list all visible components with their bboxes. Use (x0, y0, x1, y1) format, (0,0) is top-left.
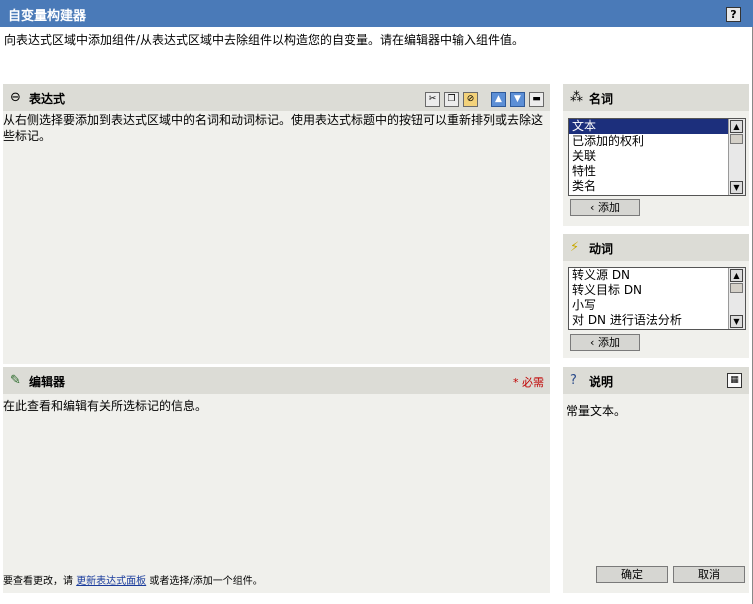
collapse-icon[interactable]: ▬ (529, 92, 544, 107)
window-title: 自变量构建器 (8, 9, 87, 24)
clear-icon[interactable]: ⊘ (463, 92, 478, 107)
list-item[interactable]: 小写 (569, 298, 745, 313)
list-item[interactable]: 文本 (569, 119, 745, 134)
list-item[interactable]: 关联 (569, 149, 745, 164)
list-item[interactable]: 转义源 DN (569, 268, 745, 283)
verbs-panel: ⚡ 动词 转义源 DN 转义目标 DN 小写 对 DN 进行语法分析 … ▲ ▼… (563, 234, 749, 358)
list-item[interactable]: 转义目标 DN (569, 283, 745, 298)
scroll-up-icon[interactable]: ▲ (730, 120, 743, 133)
intro-text: 向表达式区域中添加组件/从表达式区域中去除组件以构造您的自变量。请在编辑器中输入… (4, 33, 525, 47)
copy-icon[interactable]: ❐ (444, 92, 459, 107)
scroll-up-icon[interactable]: ▲ (730, 269, 743, 282)
editor-footer: 要查看更改，请 更新表达式面板 或者选择/添加一个组件。 (3, 572, 263, 587)
list-item[interactable]: … (569, 328, 745, 329)
add-noun-button[interactable]: ‹ 添加 (570, 199, 640, 216)
editor-panel: ✎ 编辑器 * 必需 在此查看和编辑有关所选标记的信息。 要查看更改，请 更新表… (3, 367, 550, 593)
scroll-down-icon[interactable]: ▼ (730, 181, 743, 194)
footer-suffix: 或者选择/添加一个组件。 (149, 576, 263, 587)
list-item[interactable]: … (569, 194, 745, 195)
list-item[interactable]: 已添加的权利 (569, 134, 745, 149)
expression-description: 从右侧选择要添加到表达式区域中的名词和动词标记。使用表达式标题中的按钮可以重新排… (3, 113, 544, 143)
ok-button[interactable]: 确定 (596, 566, 668, 583)
window-title-bar: 自变量构建器 ? (0, 0, 753, 27)
add-verb-button[interactable]: ‹ 添加 (570, 334, 640, 351)
description-header: ? 说明 ▦ (563, 367, 749, 394)
scroll-down-icon[interactable]: ▼ (730, 315, 743, 328)
nouns-list[interactable]: 文本 已添加的权利 关联 特性 类名 … ▲ ▼ (568, 118, 746, 196)
list-item[interactable]: 对 DN 进行语法分析 (569, 313, 745, 328)
scroll-thumb[interactable] (730, 134, 743, 144)
expression-title: 表达式 (29, 92, 66, 106)
nouns-icon: ⁂ (570, 90, 583, 105)
list-item[interactable]: 类名 (569, 179, 745, 194)
description-title: 说明 (589, 375, 614, 389)
description-text: 常量文本。 (566, 404, 627, 418)
editor-header: ✎ 编辑器 * 必需 (3, 367, 550, 394)
scroll-thumb[interactable] (730, 283, 743, 293)
expression-panel: ⊖ 表达式 ✂ ❐ ⊘ ▲ ▼ ▬ 从右侧选择要添加到表达式区域中的名词和动词标… (3, 84, 550, 364)
verbs-title: 动词 (589, 242, 614, 256)
expression-icon: ⊖ (10, 90, 21, 105)
pencil-icon: ✎ (10, 373, 21, 388)
editor-info: 在此查看和编辑有关所选标记的信息。 (3, 399, 208, 413)
nouns-title: 名词 (589, 92, 614, 106)
required-label: * 必需 (513, 376, 544, 389)
list-item[interactable]: 特性 (569, 164, 745, 179)
update-expression-panel-link[interactable]: 更新表达式面板 (76, 576, 146, 587)
verbs-header: ⚡ 动词 (563, 234, 749, 261)
cancel-button[interactable]: 取消 (673, 566, 745, 583)
verbs-scrollbar[interactable]: ▲ ▼ (728, 268, 745, 329)
nouns-panel: ⁂ 名词 文本 已添加的权利 关联 特性 类名 … ▲ ▼ ‹ 添加 (563, 84, 749, 226)
help-button[interactable]: ? (726, 7, 741, 22)
move-up-icon[interactable]: ▲ (491, 92, 506, 107)
nouns-header: ⁂ 名词 (563, 84, 749, 111)
description-panel: ? 说明 ▦ 常量文本。 确定 取消 (563, 367, 749, 593)
description-window-icon[interactable]: ▦ (727, 373, 742, 388)
editor-title: 编辑器 (29, 375, 66, 389)
footer-prefix: 要查看更改，请 (3, 576, 73, 587)
verbs-list[interactable]: 转义源 DN 转义目标 DN 小写 对 DN 进行语法分析 … ▲ ▼ (568, 267, 746, 330)
question-icon: ? (570, 373, 577, 388)
verbs-icon: ⚡ (570, 240, 580, 255)
nouns-scrollbar[interactable]: ▲ ▼ (728, 119, 745, 195)
move-down-icon[interactable]: ▼ (510, 92, 525, 107)
expression-header: ⊖ 表达式 ✂ ❐ ⊘ ▲ ▼ ▬ (3, 84, 550, 111)
cut-icon[interactable]: ✂ (425, 92, 440, 107)
